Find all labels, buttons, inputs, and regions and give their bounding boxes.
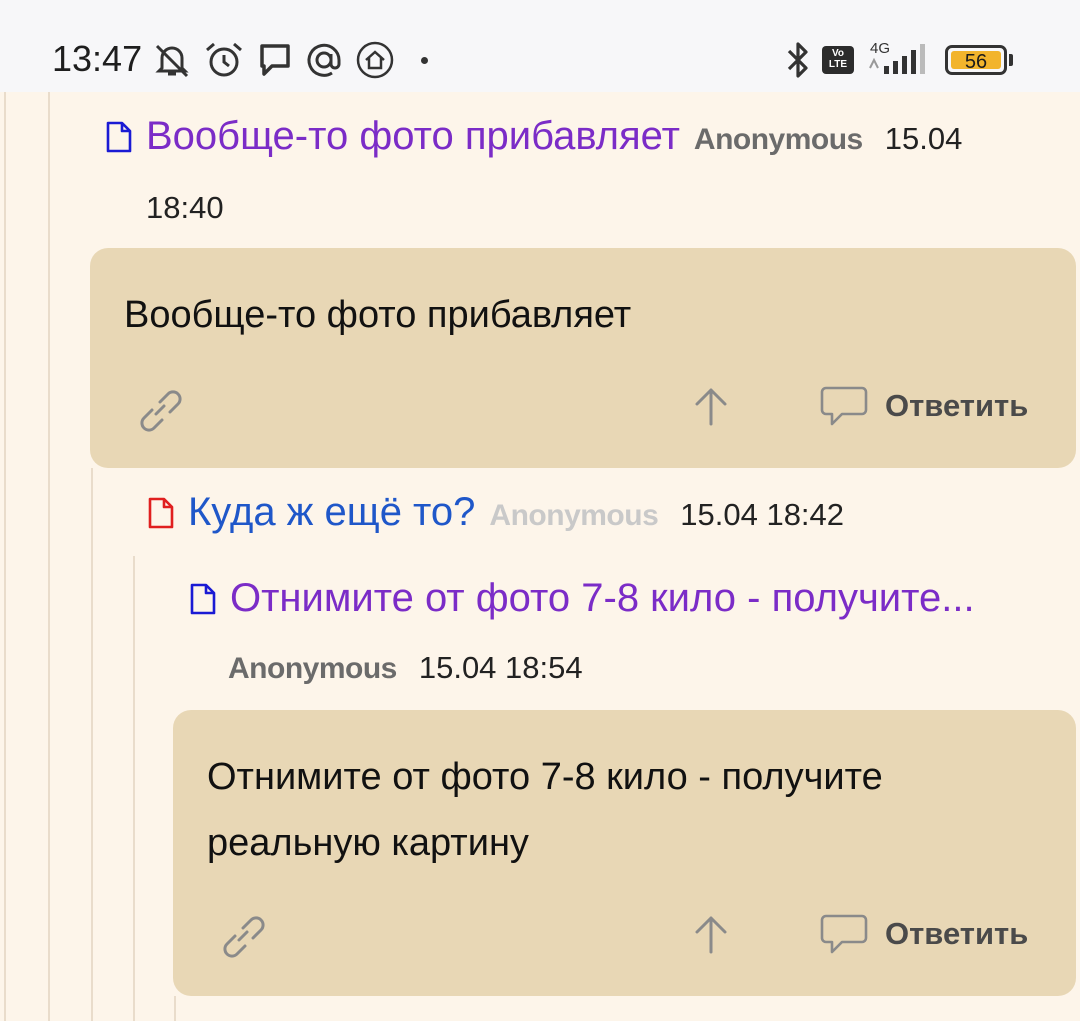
reply-button[interactable]: Ответить (885, 388, 1028, 424)
comment-title-link[interactable]: Куда ж ещё то? (188, 490, 475, 535)
document-icon (106, 121, 132, 153)
comment-author[interactable]: Anonymous (489, 499, 658, 533)
comment-time: 18:40 (146, 190, 224, 225)
status-time: 13:47 (52, 38, 143, 79)
thread-line-1 (48, 92, 50, 1021)
link-icon[interactable] (217, 910, 269, 962)
bell-off-icon (155, 44, 189, 78)
comment-body-line: Отнимите от фото 7-8 кило - получите (207, 756, 883, 798)
upvote-arrow-icon[interactable] (692, 386, 730, 426)
comment-title-link[interactable]: Отнимите от фото 7-8 кило - получите... (230, 576, 975, 621)
link-icon[interactable] (134, 384, 186, 436)
notification-dot (421, 57, 428, 64)
thread-line-3 (133, 556, 135, 1021)
at-sign-icon (307, 43, 341, 77)
comment-header: Куда ж ещё то? Anonymous 15.04 18:42 (148, 490, 844, 535)
comment-card: Отнимите от фото 7-8 кило - получите реа… (173, 710, 1076, 996)
comment-body-line: реальную картину (207, 822, 529, 864)
reply-button[interactable]: Ответить (885, 916, 1028, 952)
battery-level: 56 (964, 51, 988, 73)
comment-body: Вообще-то фото прибавляет (124, 294, 632, 336)
comment-date: 15.04 18:54 (418, 650, 583, 685)
comment-author[interactable]: Anonymous (228, 652, 397, 686)
comment-date: 15.04 (884, 121, 963, 156)
document-icon (190, 583, 216, 615)
volte-icon: Vo LTE (822, 46, 854, 74)
message-icon (260, 44, 290, 76)
comment-header: Отнимите от фото 7-8 кило - получите... (190, 576, 975, 621)
comment-meta: Anonymous 15.04 18:54 (214, 650, 583, 686)
thread-line-2 (91, 468, 93, 1021)
battery-fill: 56 (951, 51, 1001, 73)
document-icon (148, 497, 174, 529)
thread-line-4 (174, 996, 176, 1021)
comment-date: 15.04 18:42 (680, 497, 845, 532)
comment-header: Вообще-то фото прибавляет Anonymous 15.0… (106, 114, 962, 159)
comment-title-link[interactable]: Вообще-то фото прибавляет (146, 114, 680, 159)
signal-icon (869, 44, 925, 74)
battery-indicator: 56 (945, 45, 1007, 75)
comment-author[interactable]: Anonymous (694, 123, 863, 157)
alarm-icon (206, 42, 242, 77)
thread-line-outer (4, 92, 6, 1021)
reply-bubble-icon[interactable] (820, 912, 868, 958)
status-bar: 13:47 Vo LTE 4G 56 (0, 0, 1080, 92)
upvote-arrow-icon[interactable] (692, 914, 730, 954)
bluetooth-icon (787, 42, 808, 78)
home-icon (356, 41, 394, 79)
reply-bubble-icon[interactable] (820, 384, 868, 430)
comment-card: Вообще-то фото прибавляет Ответить (90, 248, 1076, 468)
battery-tip (1009, 54, 1013, 66)
